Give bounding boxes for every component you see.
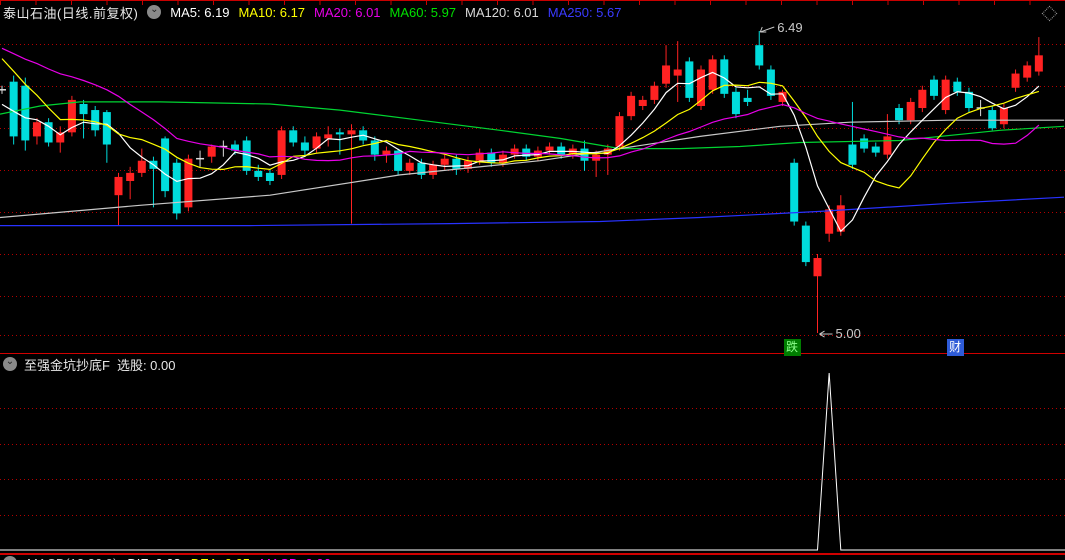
candle-body <box>56 132 65 143</box>
candle-body <box>91 110 100 131</box>
candle-body <box>801 225 810 263</box>
candle-body <box>300 142 309 151</box>
candle-body <box>638 99 647 106</box>
candle-body <box>731 91 740 115</box>
candle-body <box>137 160 146 173</box>
candle-body <box>32 122 41 137</box>
candle-body <box>988 110 997 129</box>
ma20-line <box>1 47 1040 162</box>
stock-title: 泰山石油(日线.前复权) <box>3 5 139 21</box>
candle-body <box>172 162 181 214</box>
signal-layer <box>0 372 1065 551</box>
candle-body <box>1011 73 1020 88</box>
candle-body <box>848 144 857 165</box>
ma10-label: MA10: 6.17 <box>238 4 306 20</box>
dea-value-label: DEA: 0.05 <box>191 556 250 560</box>
candle-body <box>102 112 111 145</box>
candle-body <box>557 146 566 155</box>
ma60-line <box>0 101 1065 150</box>
annotation-text: 6.49 <box>777 20 802 35</box>
fall-event-badge: 跌 <box>783 339 801 356</box>
annotation-text: 5.00 <box>836 326 861 341</box>
signal-spike-line <box>0 372 1065 551</box>
candle-body <box>429 164 438 175</box>
candle-body <box>930 79 938 96</box>
candle-body <box>743 97 752 102</box>
slow-ma-layer <box>0 101 1065 227</box>
annotation-layer: 6.49 5.00 <box>759 20 861 341</box>
candle-body <box>883 136 892 155</box>
ma250-label: MA250: 5.67 <box>547 4 622 20</box>
candle-body <box>161 138 170 192</box>
ma60-label: MA60: 5.97 <box>389 4 457 20</box>
candle-body <box>347 130 356 135</box>
candle-body <box>685 61 694 98</box>
macd-panel-header: MACD(12.26.9) DIF: 0.08 DEA: 0.05 MACD: … <box>3 555 331 560</box>
candle-body <box>1023 65 1032 78</box>
candle-body <box>673 69 682 76</box>
candle-body <box>207 146 216 157</box>
candle-body <box>813 258 822 277</box>
candle-body <box>1034 55 1043 72</box>
candle-body <box>382 150 391 155</box>
low-price-annotation: 5.00 <box>819 326 861 341</box>
collapse-chevron-icon[interactable] <box>147 5 162 19</box>
candle-body <box>184 158 193 208</box>
collapse-chevron-icon[interactable] <box>3 357 17 371</box>
indicator-name: 至强金坑抄底F <box>24 357 110 373</box>
ma120-label: MA120: 6.01 <box>465 4 539 20</box>
candle-body <box>452 158 461 169</box>
candle-body <box>265 172 274 181</box>
candle-body <box>708 59 717 90</box>
dif-value-label: DIF: 0.08 <box>127 556 180 560</box>
sub-indicator-header: 至强金坑抄底F 选股: 0.00 <box>3 356 176 373</box>
candle-body <box>836 205 845 232</box>
candlestick-chart: 6.49 5.00 <box>0 20 1065 555</box>
candle-body <box>615 116 624 147</box>
indicator-value: 选股: 0.00 <box>116 357 176 373</box>
candle-body <box>953 81 962 92</box>
candle-body <box>650 85 659 100</box>
candle-body <box>21 85 30 141</box>
candle-body <box>114 176 123 196</box>
candle-body <box>662 65 671 84</box>
candle-body <box>941 79 950 111</box>
candle-body <box>918 89 927 109</box>
high-price-annotation: 6.49 <box>759 20 803 35</box>
candle-body <box>510 148 519 155</box>
ma20-label: MA20: 6.01 <box>314 4 381 20</box>
candle-body <box>895 108 904 121</box>
ma250-line <box>0 196 1065 227</box>
candle-body <box>405 162 414 171</box>
candle-body <box>289 130 298 143</box>
collapse-chevron-icon[interactable] <box>3 556 17 560</box>
candle-body <box>277 130 286 175</box>
candle-body <box>254 170 263 177</box>
candles-layer <box>0 31 1043 334</box>
candle-body <box>126 172 135 181</box>
wealth-event-badge: 财 <box>946 339 964 356</box>
candle-body <box>871 146 880 153</box>
candle-body <box>999 108 1008 125</box>
ma5-label: MA5: 6.19 <box>170 4 230 20</box>
macd-value-label: MACD: 0.06 <box>260 556 331 560</box>
candle-body <box>860 138 869 149</box>
main-chart-header: 泰山石油(日线.前复权) MA5: 6.19 MA10: 6.17 MA20: … <box>3 3 621 21</box>
candle-body <box>906 101 915 121</box>
candle-body <box>79 103 88 115</box>
candle-body <box>440 158 449 165</box>
stock-app-window: 泰山石油(日线.前复权) MA5: 6.19 MA10: 6.17 MA20: … <box>0 0 1065 560</box>
macd-params-label: MACD(12.26.9) <box>27 556 117 560</box>
candle-body <box>545 146 554 151</box>
candle-body <box>627 95 636 117</box>
candle-body <box>335 132 344 135</box>
candle-body <box>324 134 333 139</box>
candle-body <box>755 45 764 66</box>
